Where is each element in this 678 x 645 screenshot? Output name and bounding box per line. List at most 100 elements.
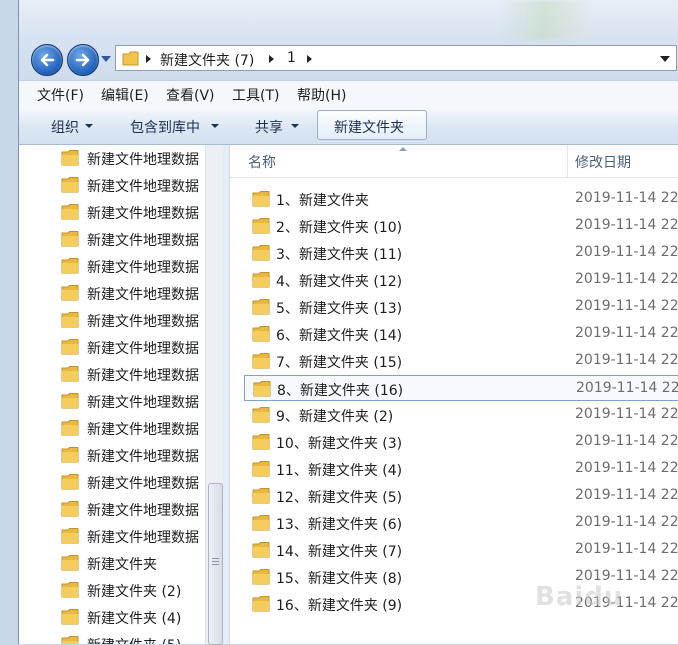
file-row[interactable]: 13、新建文件夹 (6) 2019-11-14 22 xyxy=(244,510,678,536)
file-row[interactable]: 2、新建文件夹 (10) 2019-11-14 22 xyxy=(244,213,678,239)
folder-icon xyxy=(61,366,79,382)
organize-button[interactable]: 组织 xyxy=(51,117,79,137)
nav-tree-item[interactable]: 新建文件夹 (4) xyxy=(19,604,223,631)
nav-tree-item[interactable]: 新建文件地理数据 xyxy=(19,199,223,226)
folder-icon xyxy=(61,150,79,166)
folder-icon xyxy=(61,204,79,220)
menu-help[interactable]: 帮助(H) xyxy=(297,85,346,105)
folder-icon xyxy=(252,218,270,234)
address-dropdown-icon[interactable] xyxy=(660,56,670,62)
file-row[interactable]: 6、新建文件夹 (14) 2019-11-14 22 xyxy=(244,321,678,347)
nav-tree-item[interactable]: 新建文件地理数据 xyxy=(19,307,223,334)
nav-tree-item[interactable]: 新建文件夹 (5) xyxy=(19,631,223,644)
nav-tree-item-label: 新建文件夹 xyxy=(87,557,157,573)
folder-icon xyxy=(61,447,79,463)
nav-tree-item-label: 新建文件地理数据 xyxy=(87,530,199,546)
recent-pages-dropdown-icon[interactable] xyxy=(101,56,111,62)
nav-tree-item-label: 新建文件地理数据 xyxy=(87,287,199,303)
nav-tree-item[interactable]: 新建文件地理数据 xyxy=(19,523,223,550)
file-date: 2019-11-14 22 xyxy=(575,352,678,368)
file-date: 2019-11-14 22 xyxy=(575,460,678,476)
folder-icon xyxy=(61,339,79,355)
file-row[interactable]: 7、新建文件夹 (15) 2019-11-14 22 xyxy=(244,348,678,374)
pane-splitter[interactable] xyxy=(223,145,230,644)
folder-icon xyxy=(61,582,79,598)
nav-tree-item[interactable]: 新建文件地理数据 xyxy=(19,442,223,469)
include-in-library-button[interactable]: 包含到库中 xyxy=(130,117,200,137)
nav-tree-item-label: 新建文件地理数据 xyxy=(87,152,199,168)
folder-icon xyxy=(252,488,270,504)
menu-bar: 文件(F) 编辑(E) 查看(V) 工具(T) 帮助(H) xyxy=(19,80,678,108)
nav-tree-item-label: 新建文件夹 (2) xyxy=(87,584,182,600)
explorer-window: 新建文件夹 (7) 1 文件(F) 编辑(E) 查看(V) 工具(T) 帮助(H… xyxy=(18,0,678,645)
forward-button[interactable] xyxy=(67,44,99,76)
file-row[interactable]: 4、新建文件夹 (12) 2019-11-14 22 xyxy=(244,267,678,293)
name-column-header[interactable]: 名称 xyxy=(248,152,276,172)
file-row[interactable]: 9、新建文件夹 (2) 2019-11-14 22 xyxy=(244,402,678,428)
breadcrumb-separator-icon[interactable] xyxy=(307,55,312,63)
nav-tree-item-label: 新建文件地理数据 xyxy=(87,206,199,222)
nav-tree-item[interactable]: 新建文件地理数据 xyxy=(19,334,223,361)
file-row[interactable]: 12、新建文件夹 (5) 2019-11-14 22 xyxy=(244,483,678,509)
breadcrumb-folder-7[interactable]: 新建文件夹 (7) xyxy=(160,50,254,70)
new-folder-button[interactable]: 新建文件夹 xyxy=(317,110,427,140)
file-date: 2019-11-14 22 xyxy=(576,380,678,396)
chevron-down-icon xyxy=(211,124,219,128)
nav-tree-item[interactable]: 新建文件地理数据 xyxy=(19,280,223,307)
folder-icon xyxy=(61,258,79,274)
menu-tools[interactable]: 工具(T) xyxy=(232,85,279,105)
folder-icon xyxy=(61,609,79,625)
file-row[interactable]: 5、新建文件夹 (13) 2019-11-14 22 xyxy=(244,294,678,320)
nav-tree-item[interactable]: 新建文件地理数据 xyxy=(19,226,223,253)
nav-tree-item-label: 新建文件地理数据 xyxy=(87,476,199,492)
folder-icon xyxy=(252,326,270,342)
menu-view[interactable]: 查看(V) xyxy=(166,85,215,105)
file-row[interactable]: 8、新建文件夹 (16) 2019-11-14 22 xyxy=(244,375,678,401)
nav-tree-item[interactable]: 新建文件地理数据 xyxy=(19,253,223,280)
menu-file[interactable]: 文件(F) xyxy=(37,85,84,105)
share-button[interactable]: 共享 xyxy=(255,117,283,137)
nav-tree-item[interactable]: 新建文件地理数据 xyxy=(19,496,223,523)
file-date: 2019-11-14 22 xyxy=(575,433,678,449)
file-date: 2019-11-14 22 xyxy=(575,217,678,233)
nav-tree-item[interactable]: 新建文件地理数据 xyxy=(19,361,223,388)
nav-tree-item-label: 新建文件地理数据 xyxy=(87,422,199,438)
file-name: 5、新建文件夹 (13) xyxy=(276,301,403,317)
folder-icon xyxy=(61,501,79,517)
file-row[interactable]: 10、新建文件夹 (3) 2019-11-14 22 xyxy=(244,429,678,455)
date-column-header[interactable]: 修改日期 xyxy=(575,152,631,172)
file-row[interactable]: 3、新建文件夹 (11) 2019-11-14 22 xyxy=(244,240,678,266)
breadcrumb-separator-icon[interactable] xyxy=(269,55,274,63)
folder-icon xyxy=(61,474,79,490)
file-row[interactable]: 14、新建文件夹 (7) 2019-11-14 22 xyxy=(244,537,678,563)
breadcrumb-separator-icon[interactable] xyxy=(146,55,151,63)
menu-edit[interactable]: 编辑(E) xyxy=(101,85,149,105)
back-arrow-icon xyxy=(40,53,55,67)
folder-icon xyxy=(252,515,270,531)
folder-icon xyxy=(252,191,270,207)
file-row[interactable]: 11、新建文件夹 (4) 2019-11-14 22 xyxy=(244,456,678,482)
nav-tree-item-label: 新建文件地理数据 xyxy=(87,503,199,519)
navigation-pane: 新建文件地理数据 新建文件地理数据 新建文件地理数据 新建文件地理数据 新建文件地理数据… xyxy=(19,145,223,644)
folder-icon xyxy=(252,434,270,450)
file-row[interactable]: 1、新建文件夹 2019-11-14 22 xyxy=(244,186,678,212)
nav-tree-item[interactable]: 新建文件地理数据 xyxy=(19,415,223,442)
file-name: 7、新建文件夹 (15) xyxy=(276,355,403,371)
grip-line xyxy=(212,564,219,565)
nav-tree-item[interactable]: 新建文件夹 xyxy=(19,550,223,577)
nav-tree-item[interactable]: 新建文件地理数据 xyxy=(19,172,223,199)
address-bar[interactable]: 新建文件夹 (7) 1 xyxy=(115,45,677,71)
back-button[interactable] xyxy=(31,44,63,76)
command-bar: 组织 包含到库中 共享 新建文件夹 xyxy=(19,107,678,145)
breadcrumb-folder-1[interactable]: 1 xyxy=(287,50,296,66)
nav-tree-item[interactable]: 新建文件夹 (2) xyxy=(19,577,223,604)
file-date: 2019-11-14 22 xyxy=(575,487,678,503)
navigation-scrollbar[interactable] xyxy=(205,145,224,645)
column-divider[interactable] xyxy=(567,145,568,177)
file-name: 6、新建文件夹 (14) xyxy=(276,328,403,344)
nav-tree-item[interactable]: 新建文件地理数据 xyxy=(19,388,223,415)
nav-tree-item[interactable]: 新建文件地理数据 xyxy=(19,145,223,172)
column-header: 名称 修改日期 xyxy=(230,145,678,178)
nav-tree-item[interactable]: 新建文件地理数据 xyxy=(19,469,223,496)
scrollbar-thumb[interactable] xyxy=(208,483,223,645)
